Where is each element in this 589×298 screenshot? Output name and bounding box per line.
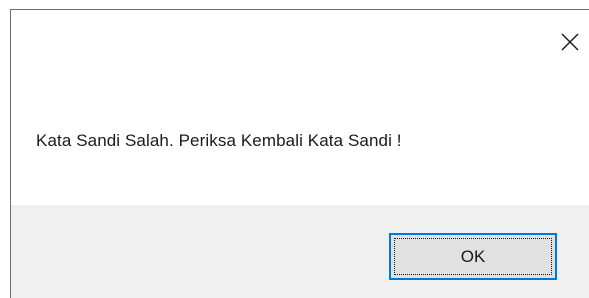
close-button[interactable]: [552, 24, 588, 60]
close-icon: [561, 33, 579, 51]
ok-button[interactable]: OK: [389, 233, 557, 280]
message-dialog: Kata Sandi Salah. Periksa Kembali Kata S…: [0, 0, 589, 298]
dialog-message: Kata Sandi Salah. Periksa Kembali Kata S…: [36, 131, 402, 150]
dialog-top-border: [10, 9, 589, 10]
ok-button-label: OK: [460, 246, 486, 266]
